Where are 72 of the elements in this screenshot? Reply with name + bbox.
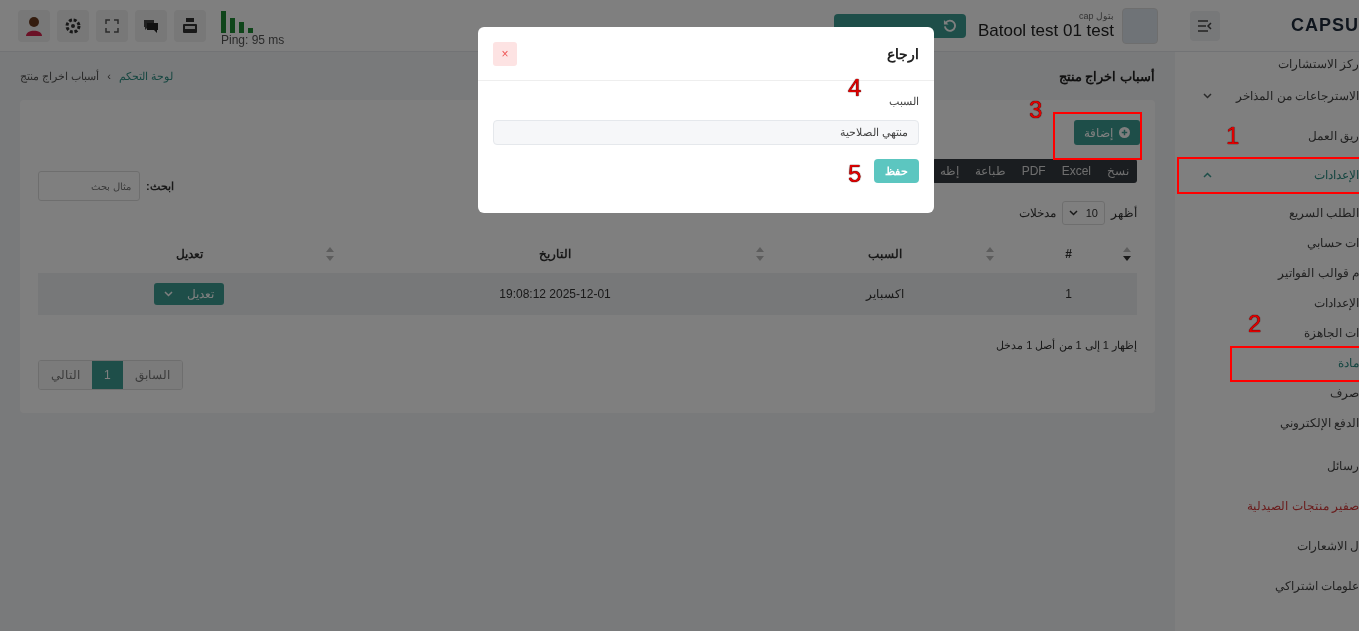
- sidebar-item[interactable]: ل الاشعارات: [1296, 539, 1359, 553]
- sidebar-item[interactable]: ريق العمل: [1307, 129, 1359, 143]
- pagination-button[interactable]: 1: [92, 361, 123, 389]
- plus-circle-icon: [1119, 127, 1130, 138]
- export-button[interactable]: طباعة: [966, 159, 1014, 183]
- annotation-number: 5: [848, 162, 862, 186]
- export-button[interactable]: PDF: [1013, 159, 1054, 183]
- user-name: Batool test 01 test: [977, 20, 1114, 41]
- export-button[interactable]: نسخ: [1099, 159, 1137, 183]
- chat-icon: [143, 17, 159, 34]
- sidebar-subitem[interactable]: الطلب السريع: [1288, 206, 1359, 220]
- page-length-select[interactable]: 10: [1061, 201, 1105, 225]
- export-button[interactable]: إظه: [931, 159, 967, 183]
- sidebar-item[interactable]: صفير منتجات الصيدلية: [1247, 499, 1359, 513]
- pagination-button[interactable]: السابق: [122, 361, 182, 389]
- profile-button[interactable]: [18, 9, 50, 42]
- sidebar-subitem[interactable]: الدفع الإلكتروني: [1279, 416, 1359, 430]
- page-title: أسباب اخراج منتج: [1058, 68, 1155, 84]
- length-label: أظهر: [1111, 206, 1137, 220]
- chevron-down-icon: [164, 291, 173, 297]
- breadcrumb-current: أسباب اخراج منتج: [20, 69, 100, 83]
- close-button[interactable]: ×: [493, 41, 517, 66]
- column-header[interactable]: #: [1065, 247, 1072, 261]
- refresh-icon: [942, 19, 956, 32]
- expand-icon: [105, 18, 119, 33]
- annotation-number: 3: [1029, 98, 1043, 122]
- fullscreen-button[interactable]: [96, 9, 128, 42]
- sidebar-item[interactable]: ركز الاستشارات: [1277, 57, 1359, 71]
- column-header[interactable]: تعديل: [175, 247, 203, 261]
- person-icon: [25, 15, 43, 36]
- search-field[interactable]: مثال بحث: [38, 171, 140, 201]
- menu-toggle-button[interactable]: [1190, 10, 1220, 41]
- dialog-title: ارجاع: [887, 45, 919, 62]
- add-button[interactable]: إضافة: [1074, 120, 1140, 145]
- reason-field[interactable]: منتهي الصلاحية: [493, 120, 919, 145]
- table-cell: اكسباير: [866, 287, 904, 301]
- menu-icon: [1198, 19, 1212, 32]
- column-header[interactable]: التاريخ: [539, 247, 571, 261]
- field-label: السبب: [888, 95, 919, 108]
- table-cell: 2025-12-01 19:08:12: [499, 287, 611, 301]
- breadcrumb-link[interactable]: لوحة التحكم: [118, 69, 173, 83]
- sidebar-subitem[interactable]: صرف: [1330, 386, 1359, 400]
- cash-register-button[interactable]: [174, 9, 206, 42]
- chat-button[interactable]: [135, 9, 167, 42]
- breadcrumb-separator: ›: [107, 69, 111, 83]
- cash-register-icon: [182, 17, 198, 34]
- sidebar-group[interactable]: الاسترجاعات من المذاخر: [1236, 89, 1359, 103]
- edit-dropdown-button[interactable]: تعديل: [154, 283, 224, 305]
- sidebar-item[interactable]: رسائل: [1327, 459, 1359, 473]
- sidebar-subitem[interactable]: م قوالب الفواتير: [1278, 266, 1359, 280]
- sidebar-group[interactable]: الإعدادات: [1314, 168, 1359, 182]
- user-subtitle: cap بتول: [1079, 10, 1114, 21]
- table-cell: 1: [1065, 287, 1072, 301]
- annotation-number: 1: [1226, 124, 1240, 148]
- export-button[interactable]: Excel: [1053, 159, 1099, 183]
- column-header[interactable]: السبب: [868, 247, 902, 261]
- chevron-down-icon: [1068, 210, 1078, 216]
- sidebar-subitem[interactable]: الإعدادات: [1314, 296, 1359, 310]
- annotation-number: 4: [848, 76, 862, 100]
- length-label: مدخلات: [1018, 206, 1056, 220]
- sidebar-subitem[interactable]: ات الجاهزة: [1303, 326, 1359, 340]
- sidebar-subitem[interactable]: مادة: [1338, 356, 1359, 370]
- annotation-number: 2: [1248, 312, 1262, 336]
- ping-text: Ping: 95 ms: [221, 32, 285, 47]
- table-info: إظهار 1 إلى 1 من أصل 1 مدخل: [995, 339, 1137, 352]
- settings-icon: [65, 17, 81, 34]
- search-label: ابحث:: [146, 179, 174, 193]
- sidebar-subitem[interactable]: ات حسابي: [1306, 236, 1359, 250]
- sidebar-item[interactable]: علومات اشتراكي: [1274, 579, 1359, 593]
- logo: CAPSU: [1291, 15, 1359, 36]
- pagination-button[interactable]: التالي: [39, 361, 92, 389]
- settings-button[interactable]: [57, 9, 89, 42]
